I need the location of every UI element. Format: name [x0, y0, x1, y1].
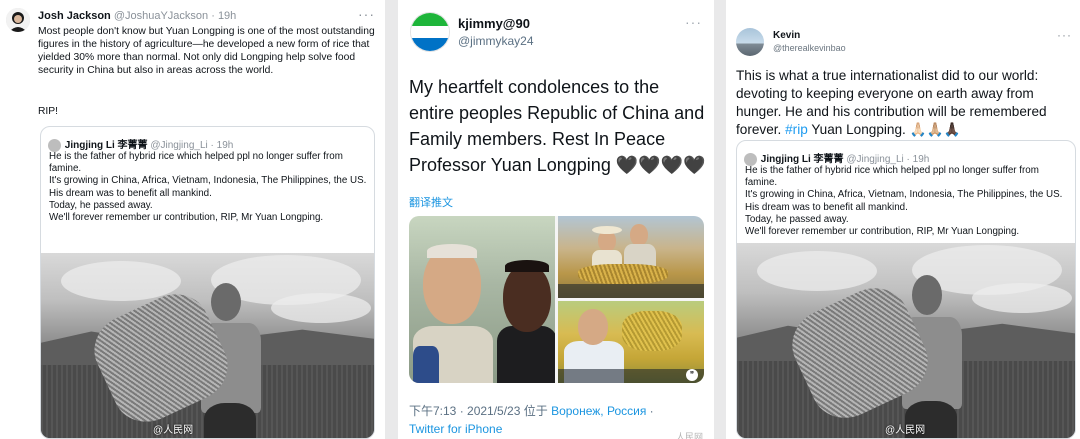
quoted-tweet-text: He is the father of hybrid rice which he… [49, 151, 367, 224]
quote-icon: ❞ [686, 369, 698, 381]
tweet-photo[interactable] [558, 216, 704, 298]
hashtag-link[interactable]: #rip [785, 122, 808, 137]
tweet-photo[interactable]: ❞ [558, 301, 704, 383]
more-icon[interactable]: ··· [358, 6, 375, 22]
tweet-header: Josh Jackson @JoshuaYJackson · 19h [38, 10, 236, 22]
quoted-tweet-time: · 19h [210, 140, 234, 151]
avatar [744, 152, 758, 166]
tweet-text: My heartfelt condolences to the entire p… [409, 77, 706, 175]
tweet-photo[interactable] [409, 216, 555, 383]
quoted-line: It's growing in China, Africa, Vietnam, … [49, 175, 367, 187]
author-handle[interactable]: @jimmykay24 [458, 34, 534, 48]
panel-separator [385, 0, 398, 439]
tweet-media-grid: ❞ [409, 216, 704, 383]
watermark: @人民网 [885, 425, 926, 436]
author-handle[interactable]: @JoshuaYJackson [114, 10, 208, 22]
quoted-tweet-time: · 19h [906, 154, 930, 165]
tweet-text-rip: RIP! [38, 106, 59, 117]
quoted-tweet-header: Jingjing Li 李菁菁 @Jingjing_Li · 19h [744, 150, 930, 166]
avatar[interactable] [6, 8, 30, 32]
more-icon[interactable]: ··· [685, 14, 702, 30]
watermark: 人民网 [676, 432, 704, 439]
quoted-line: His dream was to benefit all mankind. [49, 187, 212, 199]
quoted-line: We'll forever remember ur contribution, … [49, 212, 324, 224]
quoted-line: His dream was to benefit all mankind. [745, 201, 908, 213]
more-icon[interactable]: ··· [1057, 28, 1072, 42]
quoted-author-handle: @Jingjing_Li [150, 140, 208, 151]
location-link[interactable]: Воронеж, Россия [551, 404, 646, 418]
author-name[interactable]: Josh Jackson [38, 10, 111, 22]
panel-separator [714, 0, 726, 439]
quoted-line: He is the father of hybrid rice which he… [49, 151, 343, 175]
avatar-icon [6, 8, 30, 32]
tweet-photo[interactable]: @人民网 [737, 243, 1075, 438]
quoted-line: It's growing in China, Africa, Vietnam, … [745, 189, 1063, 201]
quoted-tweet[interactable]: Jingjing Li 李菁菁 @Jingjing_Li · 19h He is… [736, 140, 1076, 439]
author-name[interactable]: kjimmy@90 [458, 16, 530, 31]
tweet-time[interactable]: · 19h [211, 10, 236, 22]
footer-separator: · [646, 404, 654, 418]
quoted-line: He is the father of hybrid rice which he… [745, 165, 1039, 189]
quoted-line: We'll forever remember ur contribution, … [745, 226, 1020, 238]
quoted-tweet-text: He is the father of hybrid rice which he… [745, 165, 1070, 238]
quoted-line: Today, he passed away. [745, 213, 849, 225]
tweet-card-josh: Josh Jackson @JoshuaYJackson · 19h ··· M… [0, 0, 385, 439]
avatar[interactable] [410, 12, 450, 52]
quoted-author-handle: @Jingjing_Li [846, 154, 904, 165]
watermark: @人民网 [153, 425, 194, 436]
tweet-footer: 下午7:13 · 2021/5/23 位于 Воронеж, Россия · … [409, 402, 709, 438]
quoted-author-name: Jingjing Li 李菁菁 [760, 154, 844, 165]
tweet-text-end: Yuan Longping. 🙏🏻🙏🏼🙏🏿 [807, 122, 961, 137]
client-link[interactable]: Twitter for iPhone [409, 422, 502, 436]
tweet-photo[interactable]: @人民网 [41, 253, 374, 438]
tweet-card-kjimmy: kjimmy@90 @jimmykay24 ··· My heartfelt c… [398, 0, 714, 439]
author-handle[interactable]: @therealkevinbao [773, 43, 846, 53]
tweet-text: This is what a true internationalist did… [736, 67, 1076, 139]
author-name[interactable]: Kevin [773, 30, 800, 41]
tweet-text: Most people don't know but Yuan Longping… [38, 26, 375, 76]
quoted-tweet-header: Jingjing Li 李菁菁 @Jingjing_Li · 19h [48, 136, 234, 152]
tweet-card-kevin: Kevin @therealkevinbao ··· This is what … [726, 0, 1080, 439]
translate-tweet-link[interactable]: 翻译推文 [409, 194, 453, 210]
quoted-tweet[interactable]: Jingjing Li 李菁菁 @Jingjing_Li · 19h He is… [40, 126, 375, 439]
quoted-author-name: Jingjing Li 李菁菁 [64, 140, 148, 151]
quoted-line: Today, he passed away. [49, 199, 153, 211]
avatar[interactable] [736, 28, 764, 56]
avatar [48, 138, 62, 152]
tweet-timestamp[interactable]: 下午7:13 · 2021/5/23 位于 [409, 404, 551, 418]
